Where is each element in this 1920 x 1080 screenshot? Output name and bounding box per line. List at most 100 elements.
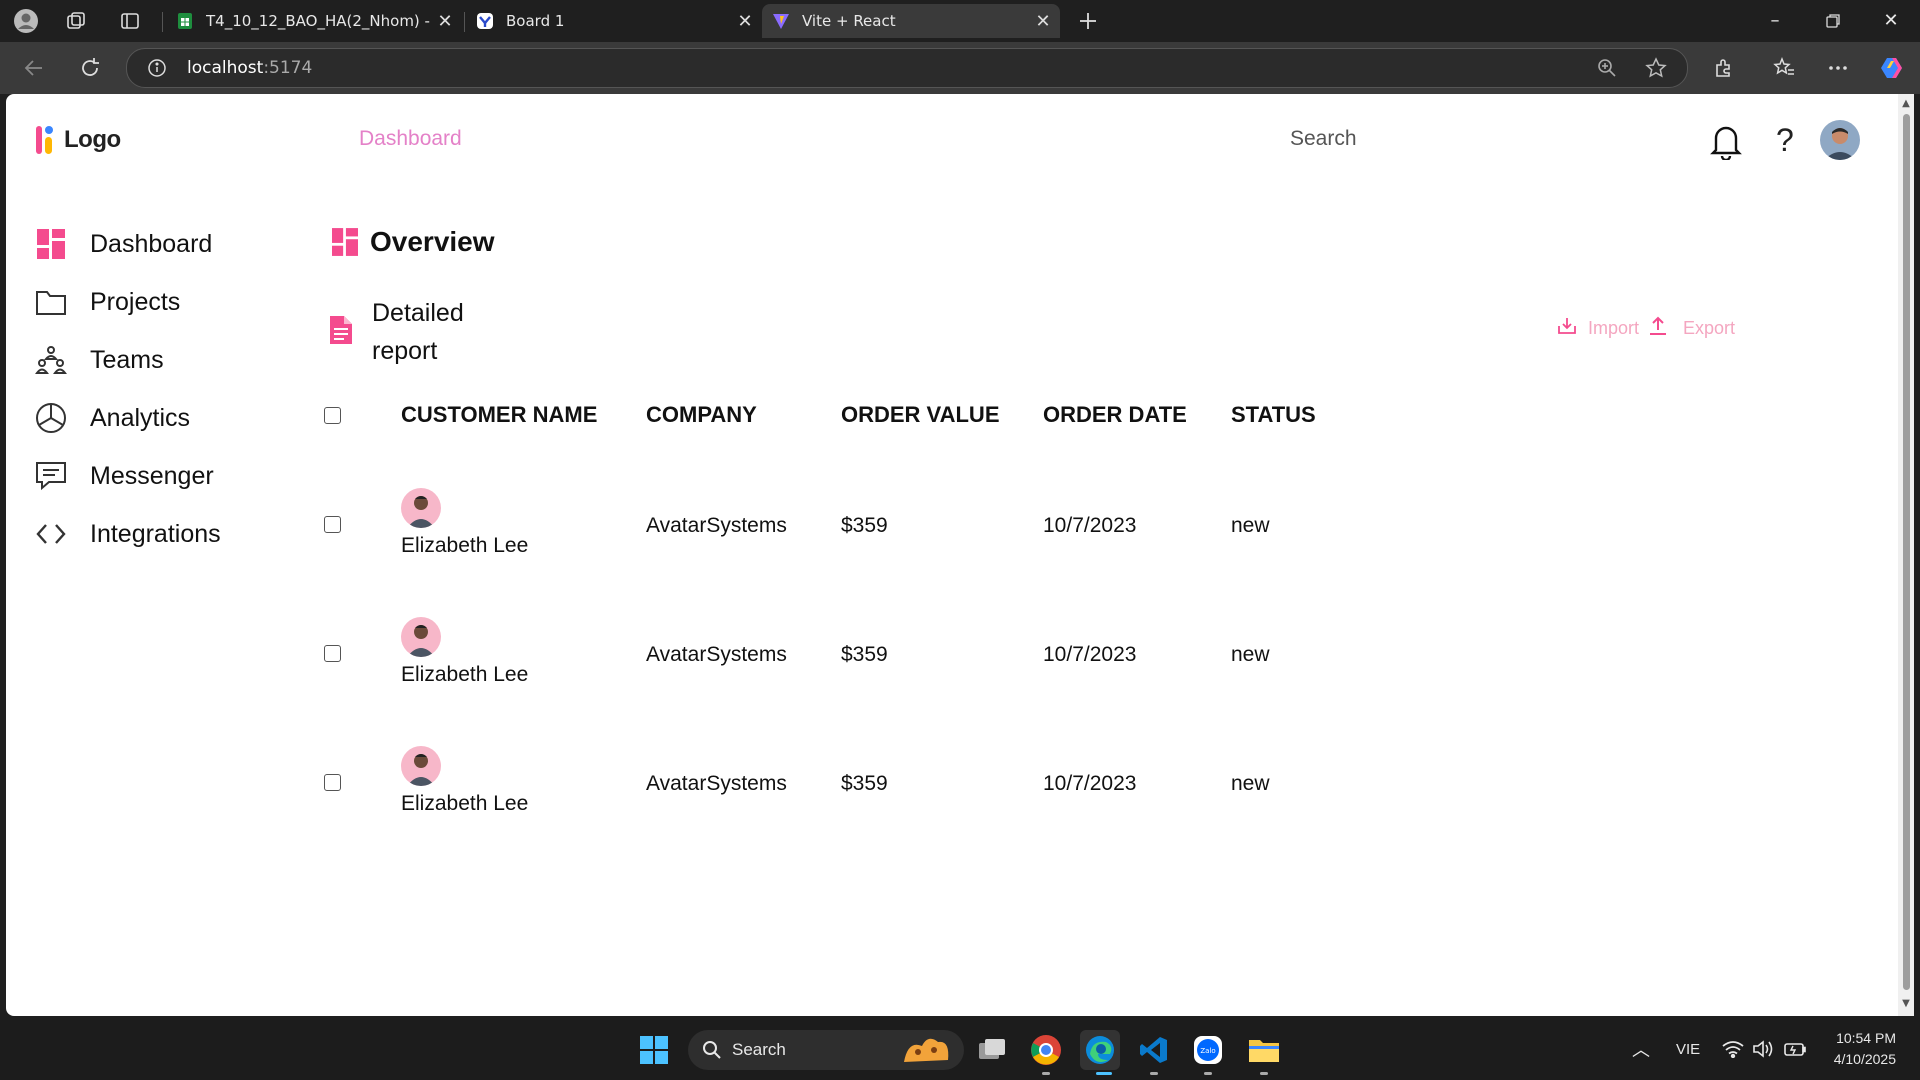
close-window-icon[interactable]: ✕ [1868,6,1914,36]
windows-taskbar: Search Zalo ︿ VIE 10:54 PM 4/10/2025 [0,1020,1920,1080]
row-checkbox[interactable] [324,774,341,791]
import-button[interactable]: Import [1588,318,1639,339]
tab-title: T4_10_12_BAO_HA(2_Nhom) - Go [206,12,434,30]
logo-icon [36,126,53,154]
favorites-icon[interactable] [1768,52,1800,84]
address-bar[interactable]: localhost:5174 [126,48,1688,88]
zalo-icon[interactable]: Zalo [1188,1030,1228,1070]
clock-time[interactable]: 10:54 PM [1832,1030,1896,1046]
profile-icon[interactable] [12,7,40,35]
scrollbar-thumb[interactable] [1903,114,1910,990]
search-highlight-icon [904,1038,949,1062]
company: AvatarSystems [646,643,787,666]
site-info-icon[interactable] [147,58,167,82]
vite-icon [772,12,790,30]
order-date: 10/7/2023 [1043,643,1137,666]
tab-sheets[interactable]: T4_10_12_BAO_HA(2_Nhom) - Go ✕ [166,4,462,38]
close-tab-icon[interactable]: ✕ [1032,11,1054,32]
header-dashboard-link[interactable]: Dashboard [359,127,462,151]
browser-nav-bar: localhost:5174 [0,42,1920,94]
sidebar-item-messenger[interactable]: Messenger [34,456,254,496]
sidebar-item-label: Teams [90,345,164,374]
start-icon[interactable] [634,1030,674,1070]
sidebar-item-label: Dashboard [90,229,213,258]
column-header-order-date[interactable]: ORDER DATE [1043,402,1187,428]
tab-actions-icon[interactable] [116,7,144,35]
select-all-checkbox[interactable] [324,407,341,424]
chrome-icon[interactable] [1026,1030,1066,1070]
company: AvatarSystems [646,514,787,537]
tab-board[interactable]: Board 1 ✕ [466,4,762,38]
row-checkbox[interactable] [324,645,341,662]
extensions-icon[interactable] [1708,52,1740,84]
taskbar-search[interactable]: Search [688,1030,964,1070]
column-header-status[interactable]: STATUS [1231,402,1316,428]
board-icon [476,12,494,30]
tray-chevron-icon[interactable]: ︿ [1632,1036,1650,1062]
sidebar-item-analytics[interactable]: Analytics [34,398,254,438]
vscode-icon[interactable] [1134,1030,1174,1070]
battery-icon[interactable] [1784,1040,1806,1062]
import-icon[interactable] [1556,316,1578,341]
tab-vite-react[interactable]: Vite + React ✕ [762,4,1060,38]
scroll-up-icon[interactable]: ▲ [1901,98,1911,109]
document-icon [330,316,352,344]
upload-icon[interactable] [1647,316,1669,341]
task-view-icon[interactable] [972,1030,1012,1070]
help-icon[interactable]: ? [1776,122,1794,159]
new-tab-icon[interactable] [1074,7,1102,35]
back-arrow-icon[interactable] [18,52,50,84]
row-checkbox[interactable] [324,516,341,533]
sidebar-item-dashboard[interactable]: Dashboard [34,224,254,264]
page-scrollbar[interactable]: ▲ ▼ [1898,94,1914,1016]
dashboard-icon [34,227,68,261]
favorite-star-icon[interactable] [1645,57,1667,83]
search-input[interactable]: Search [1290,127,1357,151]
order-date: 10/7/2023 [1043,514,1137,537]
code-icon [34,517,68,551]
avatar [401,488,441,528]
edge-icon[interactable] [1080,1030,1120,1070]
volume-icon[interactable] [1752,1040,1774,1062]
customer-name: Elizabeth Lee [401,663,529,686]
minimize-icon[interactable]: – [1752,6,1798,36]
overview-icon [332,228,358,256]
workspaces-icon[interactable] [62,7,90,35]
status: new [1231,772,1270,795]
import-export-actions: Import Export [1556,316,1735,341]
language-indicator[interactable]: VIE [1676,1041,1700,1058]
column-header-customer[interactable]: CUSTOMER NAME [401,402,597,428]
restore-icon[interactable] [1810,6,1856,36]
sidebar-item-label: Analytics [90,403,191,432]
overview-heading: Overview [332,226,495,258]
tab-title: Vite + React [802,12,896,30]
logo-text: Logo [64,126,121,153]
user-avatar[interactable] [1820,120,1860,160]
export-button[interactable]: Export [1683,318,1735,339]
browser-tab-bar: T4_10_12_BAO_HA(2_Nhom) - Go ✕ Board 1 ✕… [0,0,1920,42]
search-icon [703,1041,721,1059]
column-header-company[interactable]: COMPANY [646,402,757,428]
order-date: 10/7/2023 [1043,772,1137,795]
sidebar-item-projects[interactable]: Projects [34,282,254,322]
close-tab-icon[interactable]: ✕ [734,11,756,32]
close-tab-icon[interactable]: ✕ [434,11,456,32]
bell-icon[interactable] [1708,122,1744,164]
logo[interactable]: Logo [34,124,121,156]
sidebar-item-integrations[interactable]: Integrations [34,514,254,554]
customer-name: Elizabeth Lee [401,534,529,557]
more-options-icon[interactable] [1822,52,1854,84]
column-header-order-value[interactable]: ORDER VALUE [841,402,1000,428]
report-title: Detailed report [372,299,464,365]
clock-date[interactable]: 4/10/2025 [1826,1051,1896,1067]
analytics-icon [34,401,68,435]
file-explorer-icon[interactable] [1244,1030,1284,1070]
order-value: $359 [841,643,888,666]
url-text: localhost:5174 [187,58,313,78]
sidebar-item-teams[interactable]: Teams [34,340,254,380]
wifi-icon[interactable] [1722,1040,1744,1062]
copilot-icon[interactable] [1876,52,1908,84]
scroll-down-icon[interactable]: ▼ [1901,998,1911,1009]
zoom-icon[interactable] [1597,58,1617,82]
reload-icon[interactable] [74,52,106,84]
